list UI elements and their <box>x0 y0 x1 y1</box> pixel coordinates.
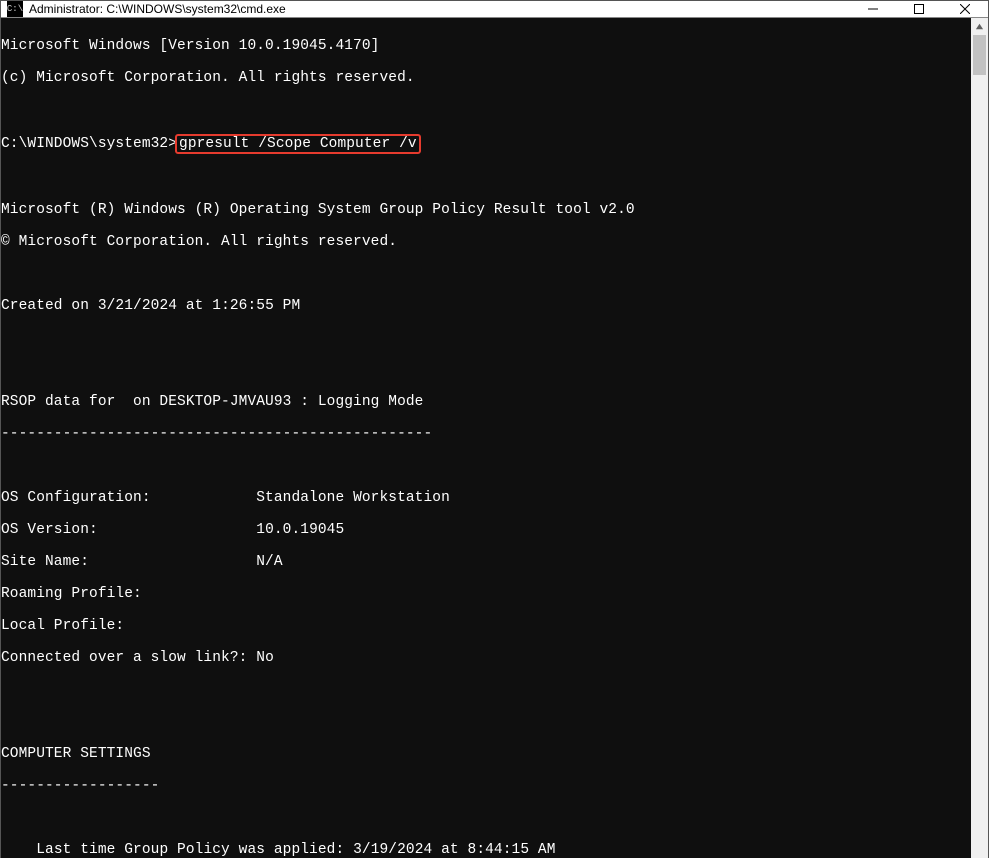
maximize-button[interactable] <box>896 1 942 17</box>
text-line: OS Configuration: Standalone Workstation <box>1 490 971 506</box>
highlighted-command: gpresult /Scope Computer /v <box>175 134 421 154</box>
vertical-scrollbar[interactable] <box>971 18 988 858</box>
value: 3/19/2024 at 8:44:15 AM <box>353 842 555 858</box>
value: ‎3/‎21/‎2024 <box>98 298 177 314</box>
window-controls <box>850 1 988 17</box>
prompt-path: C:\WINDOWS\system32> <box>1 136 177 152</box>
label: Created on <box>1 298 98 314</box>
text-line: Connected over a slow link?: No <box>1 650 971 666</box>
text-line: Local Profile: <box>1 618 971 634</box>
text-line: RSOP data for on DESKTOP-JMVAU93 : Loggi… <box>1 394 971 410</box>
text-line: © Microsoft Corporation. All rights rese… <box>1 234 971 250</box>
label: at <box>177 298 212 314</box>
text-line: Site Name: N/A <box>1 554 971 570</box>
separator-line: ------------------ <box>1 778 971 794</box>
value: 10.0.19045 <box>256 522 344 538</box>
label: OS Configuration: <box>1 490 151 506</box>
blank-line <box>1 102 971 118</box>
scrollbar-track[interactable] <box>971 35 988 858</box>
blank-line <box>1 362 971 378</box>
minimize-button[interactable] <box>850 1 896 17</box>
text-line: (c) Microsoft Corporation. All rights re… <box>1 70 971 86</box>
text-line: Created on ‎3/‎21/‎2024 at 1:26:55 PM <box>1 298 971 314</box>
blank-line <box>1 266 971 282</box>
scroll-up-icon[interactable] <box>971 18 988 35</box>
blank-line <box>1 714 971 730</box>
text-line: Microsoft Windows [Version 10.0.19045.41… <box>1 38 971 54</box>
section-header: COMPUTER SETTINGS <box>1 746 971 762</box>
separator-line: ----------------------------------------… <box>1 426 971 442</box>
value: 1:26:55 PM <box>212 298 300 314</box>
console-output[interactable]: Microsoft Windows [Version 10.0.19045.41… <box>1 18 971 858</box>
scrollbar-thumb[interactable] <box>973 35 986 75</box>
label: Connected over a slow link?: <box>1 650 247 666</box>
window-title: Administrator: C:\WINDOWS\system32\cmd.e… <box>29 2 850 16</box>
value: No <box>256 650 274 666</box>
blank-line <box>1 458 971 474</box>
titlebar[interactable]: C:\ Administrator: C:\WINDOWS\system32\c… <box>1 1 988 18</box>
value: Standalone Workstation <box>256 490 450 506</box>
blank-line <box>1 810 971 826</box>
blank-line <box>1 330 971 346</box>
text-line: Roaming Profile: <box>1 586 971 602</box>
prompt-line: C:\WINDOWS\system32>gpresult /Scope Comp… <box>1 134 971 154</box>
text-line: Last time Group Policy was applied: 3/19… <box>1 842 971 858</box>
client-area: Microsoft Windows [Version 10.0.19045.41… <box>1 18 988 858</box>
blank-line <box>1 170 971 186</box>
window-root: C:\ Administrator: C:\WINDOWS\system32\c… <box>0 0 989 858</box>
text-line: OS Version: 10.0.19045 <box>1 522 971 538</box>
text-line: Microsoft (R) Windows (R) Operating Syst… <box>1 202 971 218</box>
label: Site Name: <box>1 554 89 570</box>
cmd-icon: C:\ <box>7 1 23 17</box>
blank-line <box>1 682 971 698</box>
close-button[interactable] <box>942 1 988 17</box>
label: OS Version: <box>1 522 98 538</box>
value: N/A <box>256 554 282 570</box>
label: Last time Group Policy was applied: <box>36 842 344 858</box>
